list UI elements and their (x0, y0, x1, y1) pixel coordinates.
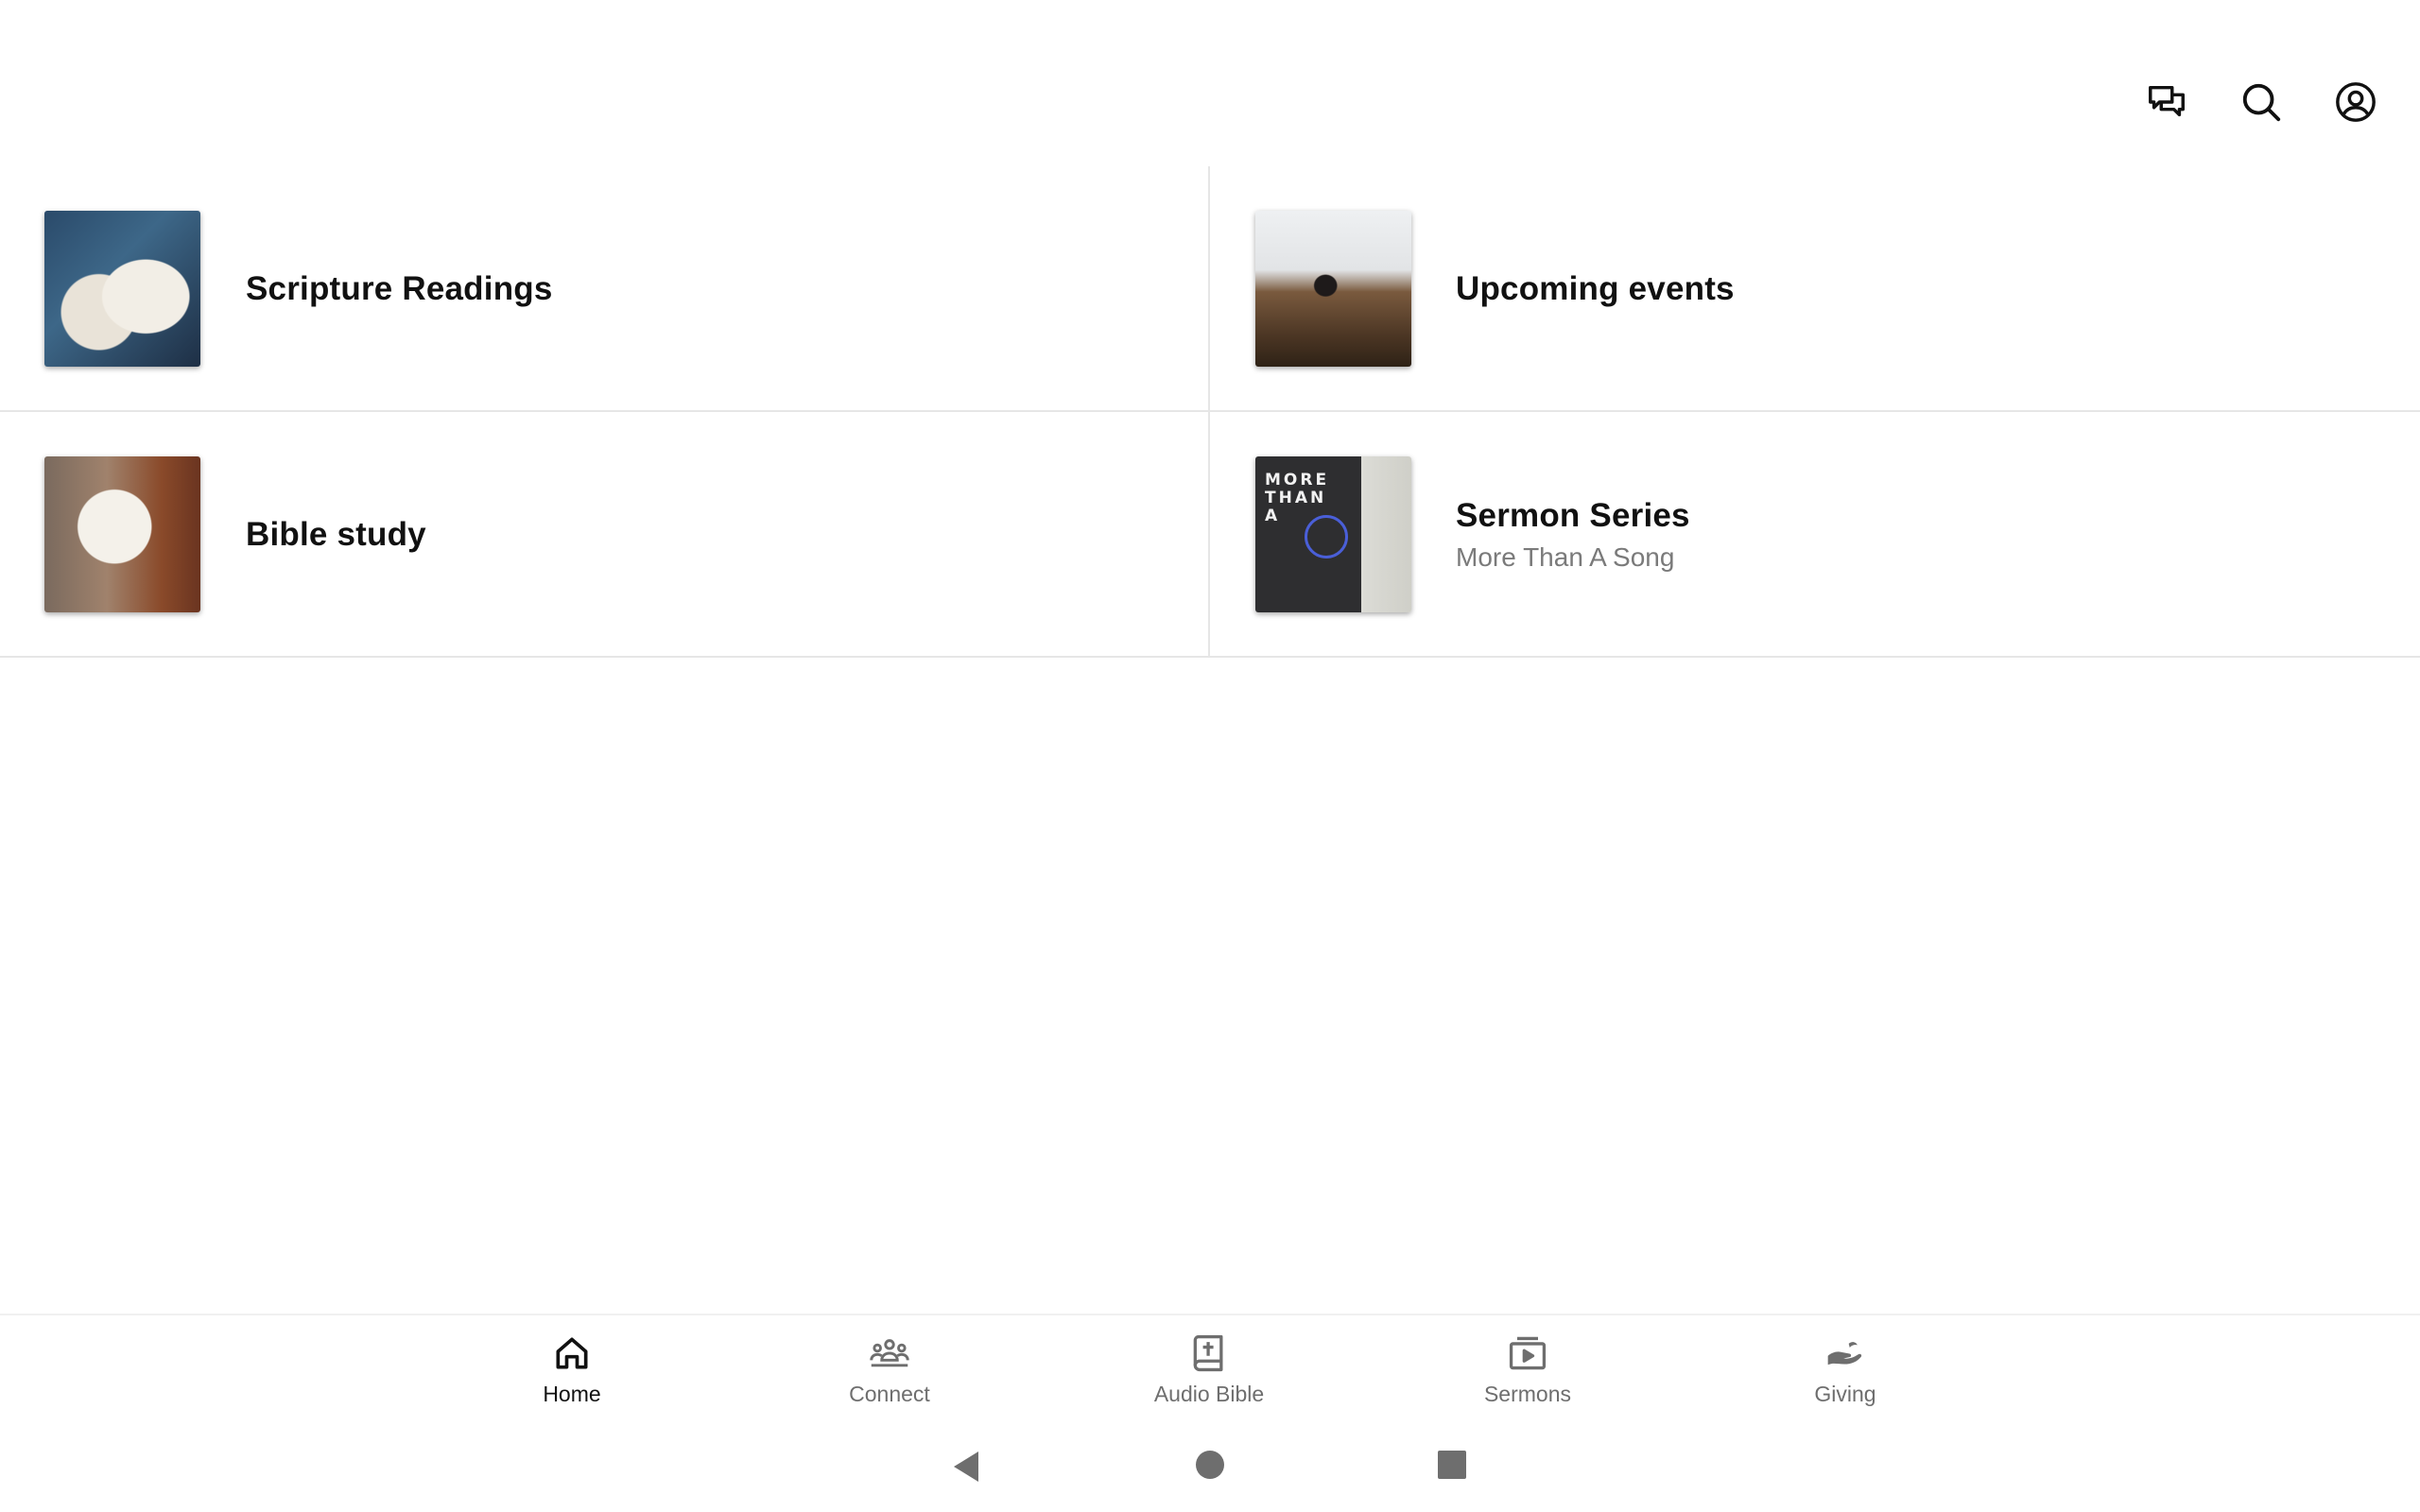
top-bar (0, 0, 2420, 166)
system-nav-bar (0, 1427, 2420, 1512)
tile-upcoming-events[interactable]: Upcoming events (1210, 166, 2420, 412)
home-icon (556, 1337, 588, 1369)
account-button[interactable] (2329, 76, 2382, 129)
account-icon (2336, 82, 2376, 122)
nav-label: Connect (849, 1382, 930, 1406)
scripture-thumbnail (44, 211, 200, 367)
tile-bible-study[interactable]: Bible study (0, 412, 1210, 658)
nav-home[interactable]: Home (477, 1332, 666, 1407)
video-icon (1509, 1336, 1547, 1370)
people-icon (870, 1339, 909, 1367)
content-grid: Scripture Readings Upcoming events Bible… (0, 166, 2420, 658)
bottom-nav: Home Connect Audio Bible Sermons Giving (0, 1314, 2420, 1427)
nav-audio-bible[interactable]: Audio Bible (1115, 1332, 1304, 1407)
system-recents-button[interactable] (1437, 1450, 1467, 1485)
search-button[interactable] (2235, 76, 2288, 129)
tile-title: Bible study (246, 516, 426, 553)
nav-connect[interactable]: Connect (795, 1332, 984, 1407)
nav-label: Home (543, 1382, 601, 1406)
events-thumbnail (1255, 211, 1411, 367)
nav-giving[interactable]: Giving (1751, 1332, 1940, 1407)
bible-icon (1193, 1334, 1223, 1372)
giving-hand-icon (1827, 1342, 1862, 1366)
search-icon (2242, 83, 2281, 122)
sermon-art-ring (1305, 515, 1348, 558)
tile-subtitle: More Than A Song (1456, 542, 1675, 572)
tile-title: Scripture Readings (246, 270, 553, 307)
tile-text: Bible study (246, 412, 426, 658)
tile-sermon-series[interactable]: MORE THAN A Sermon Series More Than A So… (1210, 412, 2420, 658)
sermon-art-line: THAN (1265, 489, 1327, 507)
chat-icon (2149, 85, 2185, 117)
top-actions (2140, 76, 2382, 129)
tile-title: Sermon Series (1456, 497, 1690, 534)
bible-study-thumbnail (44, 456, 200, 612)
tile-text: Scripture Readings (246, 166, 553, 412)
sermon-art-line: MORE (1265, 471, 1330, 490)
back-icon (954, 1452, 978, 1482)
app-root: Scripture Readings Upcoming events Bible… (0, 0, 2420, 1512)
system-home-button[interactable] (1195, 1450, 1225, 1485)
sermon-series-thumbnail: MORE THAN A (1255, 456, 1411, 612)
tile-text: Upcoming events (1456, 166, 1735, 412)
nav-sermons[interactable]: Sermons (1433, 1332, 1622, 1407)
system-back-button[interactable] (950, 1450, 982, 1488)
nav-label: Audio Bible (1153, 1382, 1265, 1406)
recents-icon (1438, 1451, 1466, 1479)
nav-label: Sermons (1483, 1382, 1572, 1406)
home-circle-icon (1196, 1451, 1224, 1479)
nav-label: Giving (1814, 1382, 1876, 1406)
tile-title: Upcoming events (1456, 270, 1735, 307)
tile-scripture-readings[interactable]: Scripture Readings (0, 166, 1210, 412)
chat-button[interactable] (2140, 76, 2193, 129)
tile-text: Sermon Series More Than A Song (1456, 412, 1690, 658)
